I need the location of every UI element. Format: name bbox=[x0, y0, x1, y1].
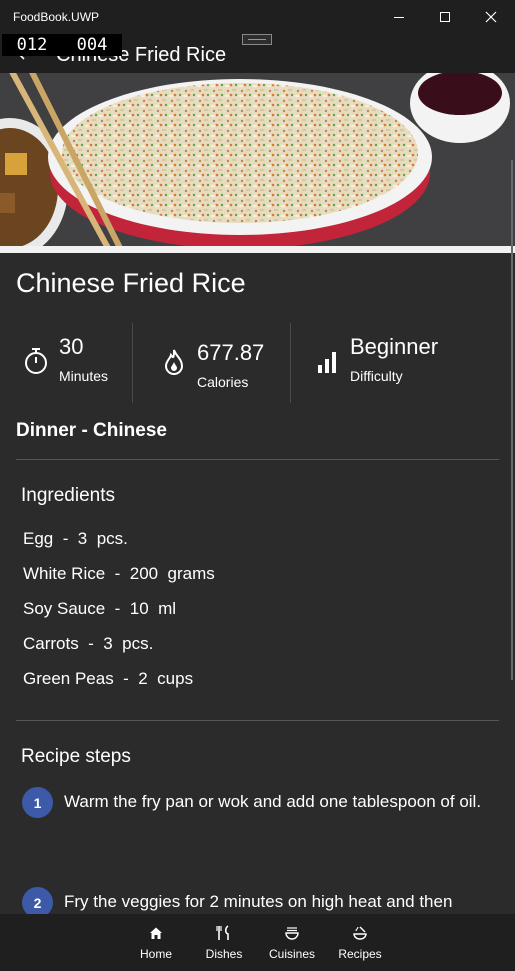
stopwatch-icon bbox=[25, 348, 47, 374]
step-text: Warm the fry pan or wok and add one tabl… bbox=[64, 792, 482, 811]
time-value: 30 bbox=[59, 334, 84, 359]
section-divider bbox=[16, 720, 499, 721]
step-text: Fry the veggies for 2 minutes on high he… bbox=[64, 892, 453, 911]
nav-label: Recipes bbox=[338, 947, 382, 961]
nav-item-recipes[interactable]: Recipes bbox=[338, 914, 382, 971]
drag-handle[interactable] bbox=[242, 34, 272, 45]
difficulty-value: Beginner bbox=[350, 334, 439, 359]
bottom-navigation: Home Dishes Cuisines Recipes bbox=[0, 914, 515, 971]
stat-divider bbox=[132, 323, 133, 403]
maximize-icon bbox=[440, 11, 450, 22]
fork-knife-icon bbox=[216, 924, 232, 942]
flame-icon bbox=[164, 349, 184, 375]
time-stat: 30 Minutes bbox=[22, 328, 132, 398]
ingredient-item: Carrots - 3 pcs. bbox=[23, 634, 154, 653]
image-divider bbox=[0, 246, 515, 253]
nav-label: Cuisines bbox=[268, 947, 316, 961]
calories-stat: 677.87 Calories bbox=[162, 328, 290, 398]
minimize-icon bbox=[394, 16, 404, 18]
calories-label: Calories bbox=[197, 374, 249, 390]
nav-item-home[interactable]: Home bbox=[136, 914, 176, 971]
counter-right: 004 bbox=[76, 35, 108, 55]
dish-title: Chinese Fried Rice bbox=[16, 268, 246, 298]
title-bar: FoodBook.UWP bbox=[0, 0, 515, 33]
nav-label: Dishes bbox=[205, 947, 243, 961]
ingredients-heading: Ingredients bbox=[21, 485, 116, 506]
section-divider bbox=[16, 459, 499, 460]
bowl-icon bbox=[284, 924, 300, 942]
step-number-badge: 1 bbox=[22, 787, 53, 818]
ingredient-item: Egg - 3 pcs. bbox=[23, 529, 128, 548]
cooking-pot-icon bbox=[352, 924, 368, 942]
close-icon bbox=[485, 11, 497, 22]
difficulty-stat: Beginner Difficulty bbox=[316, 328, 496, 398]
recipe-steps-heading: Recipe steps bbox=[21, 746, 131, 767]
dish-category: Dinner - Chinese bbox=[16, 420, 167, 441]
nav-item-cuisines[interactable]: Cuisines bbox=[268, 914, 316, 971]
scrollbar[interactable] bbox=[511, 160, 513, 680]
calories-value: 677.87 bbox=[197, 340, 265, 365]
app-title: FoodBook.UWP bbox=[13, 10, 100, 24]
frame-rate-counter: 012 004 bbox=[2, 34, 122, 56]
nav-item-dishes[interactable]: Dishes bbox=[203, 914, 245, 971]
dish-image bbox=[0, 73, 515, 246]
minimize-button[interactable] bbox=[376, 0, 422, 33]
ingredient-item: White Rice - 200 grams bbox=[23, 564, 215, 583]
maximize-button[interactable] bbox=[422, 0, 468, 33]
difficulty-label: Difficulty bbox=[350, 368, 403, 384]
signal-bars-icon bbox=[318, 352, 336, 373]
nav-label: Home bbox=[139, 947, 172, 961]
counter-left: 012 bbox=[16, 35, 48, 55]
ingredient-item: Green Peas - 2 cups bbox=[23, 669, 194, 688]
time-label: Minutes bbox=[59, 368, 109, 384]
ingredient-item: Soy Sauce - 10 ml bbox=[23, 599, 177, 618]
stat-divider bbox=[290, 323, 291, 403]
close-button[interactable] bbox=[468, 0, 514, 33]
home-icon bbox=[149, 924, 163, 942]
